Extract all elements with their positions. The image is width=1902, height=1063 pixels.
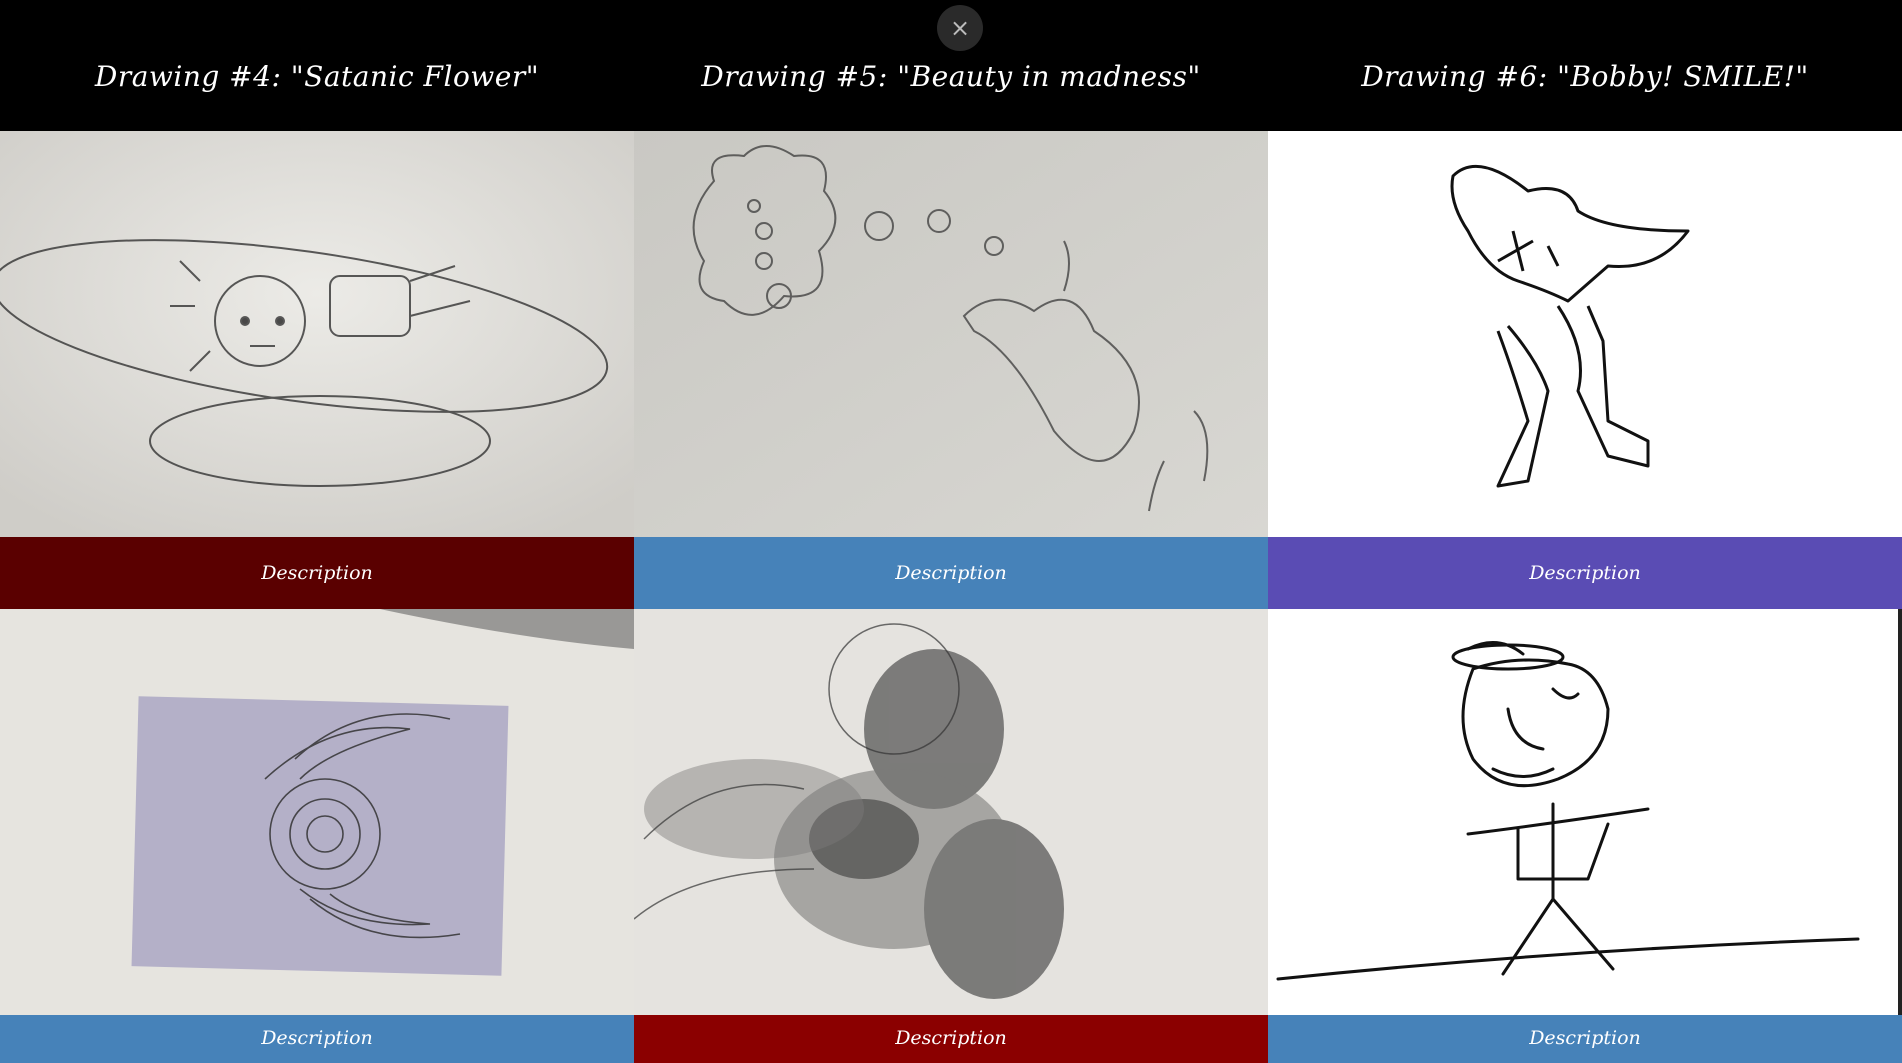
- description-button-7[interactable]: Description: [0, 1015, 634, 1063]
- drawing-title-6: Drawing #6: "Bobby! SMILE!": [1361, 60, 1809, 93]
- description-button-8[interactable]: Description: [634, 1015, 1268, 1063]
- close-button[interactable]: ×: [937, 5, 983, 51]
- description-button-5[interactable]: Description: [634, 537, 1268, 609]
- drawing-image-8[interactable]: [634, 609, 1268, 1015]
- drawing-image-5[interactable]: [634, 131, 1268, 537]
- drawing-title-4: Drawing #4: "Satanic Flower": [94, 60, 540, 93]
- description-button-6[interactable]: Description: [1268, 537, 1902, 609]
- description-button-9[interactable]: Description: [1268, 1015, 1902, 1063]
- drawing-image-9[interactable]: [1268, 609, 1902, 1015]
- description-button-4[interactable]: Description: [0, 537, 634, 609]
- drawing-image-4[interactable]: [0, 131, 634, 537]
- close-icon: ×: [949, 14, 971, 42]
- gallery-grid: Drawing #4: "Satanic Flower" Drawing #5:…: [0, 0, 1902, 1063]
- drawing-image-6[interactable]: [1268, 131, 1902, 537]
- drawing-image-7[interactable]: [0, 609, 634, 1015]
